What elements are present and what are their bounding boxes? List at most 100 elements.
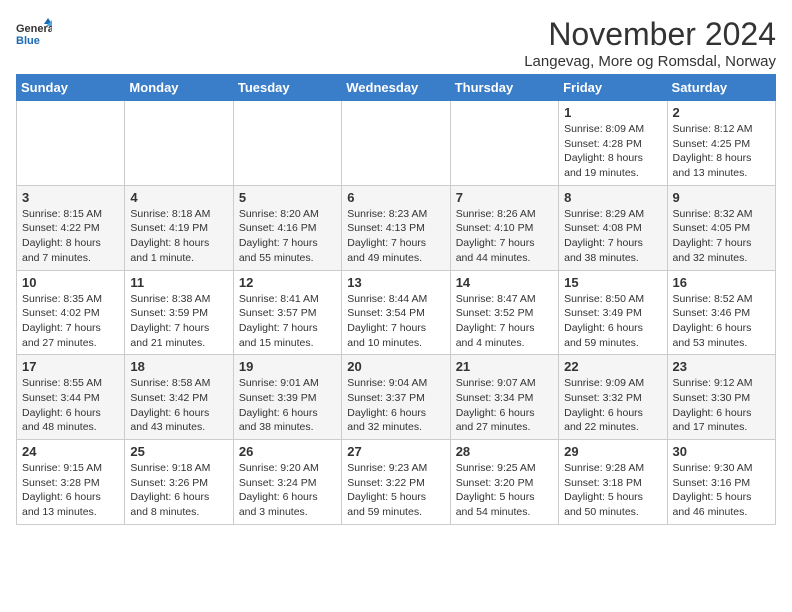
- day-number: 1: [564, 105, 661, 120]
- day-info: Sunrise: 9:30 AM Sunset: 3:16 PM Dayligh…: [673, 461, 770, 520]
- day-number: 17: [22, 359, 119, 374]
- week-row-3: 10Sunrise: 8:35 AM Sunset: 4:02 PM Dayli…: [17, 270, 776, 355]
- day-number: 6: [347, 190, 444, 205]
- day-number: 2: [673, 105, 770, 120]
- calendar-cell: 6 Sunrise: 8:23 AM Sunset: 4:13 PM Daylig…: [342, 185, 450, 270]
- calendar-cell: 14Sunrise: 8:47 AM Sunset: 3:52 PM Dayli…: [450, 270, 558, 355]
- calendar-cell: 3Sunrise: 8:15 AM Sunset: 4:22 PM Daylig…: [17, 185, 125, 270]
- week-row-1: 1 Sunrise: 8:09 AM Sunset: 4:28 PM Daylig…: [17, 101, 776, 186]
- day-info: Sunrise: 9:25 AM Sunset: 3:20 PM Dayligh…: [456, 461, 553, 520]
- weekday-header-saturday: Saturday: [667, 75, 775, 101]
- day-info: Sunrise: 9:01 AM Sunset: 3:39 PM Dayligh…: [239, 376, 336, 435]
- day-info: Sunrise: 9:07 AM Sunset: 3:34 PM Dayligh…: [456, 376, 553, 435]
- calendar-cell: 7Sunrise: 8:26 AM Sunset: 4:10 PM Daylig…: [450, 185, 558, 270]
- calendar-cell: 21 Sunrise: 9:07 AM Sunset: 3:34 PM Dayli…: [450, 355, 558, 440]
- day-info: Sunrise: 8:55 AM Sunset: 3:44 PM Dayligh…: [22, 376, 119, 435]
- day-number: 15: [564, 275, 661, 290]
- calendar-cell: 1 Sunrise: 8:09 AM Sunset: 4:28 PM Daylig…: [559, 101, 667, 186]
- calendar-cell: 2 Sunrise: 8:12 AM Sunset: 4:25 PM Daylig…: [667, 101, 775, 186]
- day-info: Sunrise: 8:38 AM Sunset: 3:59 PM Dayligh…: [130, 292, 227, 351]
- calendar-cell: 4 Sunrise: 8:18 AM Sunset: 4:19 PM Daylig…: [125, 185, 233, 270]
- day-info: Sunrise: 8:20 AM Sunset: 4:16 PM Dayligh…: [239, 207, 336, 266]
- day-info: Sunrise: 9:09 AM Sunset: 3:32 PM Dayligh…: [564, 376, 661, 435]
- day-number: 22: [564, 359, 661, 374]
- calendar-table: SundayMondayTuesdayWednesdayThursdayFrid…: [16, 74, 776, 525]
- calendar-cell: 28 Sunrise: 9:25 AM Sunset: 3:20 PM Dayli…: [450, 440, 558, 525]
- day-number: 28: [456, 444, 553, 459]
- day-number: 14: [456, 275, 553, 290]
- day-number: 27: [347, 444, 444, 459]
- page-header: General Blue November 2024 Langevag, Mor…: [16, 16, 776, 70]
- logo-icon: General Blue: [16, 16, 52, 52]
- day-number: 12: [239, 275, 336, 290]
- day-info: Sunrise: 8:32 AM Sunset: 4:05 PM Dayligh…: [673, 207, 770, 266]
- calendar-cell: 12 Sunrise: 8:41 AM Sunset: 3:57 PM Dayli…: [233, 270, 341, 355]
- day-info: Sunrise: 8:18 AM Sunset: 4:19 PM Dayligh…: [130, 207, 227, 266]
- calendar-cell: 11 Sunrise: 8:38 AM Sunset: 3:59 PM Dayli…: [125, 270, 233, 355]
- day-number: 29: [564, 444, 661, 459]
- calendar-cell: 25 Sunrise: 9:18 AM Sunset: 3:26 PM Dayli…: [125, 440, 233, 525]
- day-info: Sunrise: 8:12 AM Sunset: 4:25 PM Dayligh…: [673, 122, 770, 181]
- day-number: 19: [239, 359, 336, 374]
- calendar-cell: 15 Sunrise: 8:50 AM Sunset: 3:49 PM Dayli…: [559, 270, 667, 355]
- day-number: 21: [456, 359, 553, 374]
- day-info: Sunrise: 8:29 AM Sunset: 4:08 PM Dayligh…: [564, 207, 661, 266]
- calendar-cell: 16 Sunrise: 8:52 AM Sunset: 3:46 PM Dayli…: [667, 270, 775, 355]
- weekday-header-monday: Monday: [125, 75, 233, 101]
- day-number: 25: [130, 444, 227, 459]
- calendar-cell: 17 Sunrise: 8:55 AM Sunset: 3:44 PM Dayli…: [17, 355, 125, 440]
- day-info: Sunrise: 9:23 AM Sunset: 3:22 PM Dayligh…: [347, 461, 444, 520]
- day-info: Sunrise: 9:04 AM Sunset: 3:37 PM Dayligh…: [347, 376, 444, 435]
- day-info: Sunrise: 8:09 AM Sunset: 4:28 PM Dayligh…: [564, 122, 661, 181]
- day-number: 18: [130, 359, 227, 374]
- week-row-4: 17 Sunrise: 8:55 AM Sunset: 3:44 PM Dayli…: [17, 355, 776, 440]
- day-number: 24: [22, 444, 119, 459]
- weekday-header-thursday: Thursday: [450, 75, 558, 101]
- day-number: 5: [239, 190, 336, 205]
- day-info: Sunrise: 8:44 AM Sunset: 3:54 PM Dayligh…: [347, 292, 444, 351]
- calendar-cell: 24 Sunrise: 9:15 AM Sunset: 3:28 PM Dayli…: [17, 440, 125, 525]
- weekday-header-wednesday: Wednesday: [342, 75, 450, 101]
- weekday-header-tuesday: Tuesday: [233, 75, 341, 101]
- day-number: 26: [239, 444, 336, 459]
- calendar-cell: 20 Sunrise: 9:04 AM Sunset: 3:37 PM Dayli…: [342, 355, 450, 440]
- calendar-cell: 13 Sunrise: 8:44 AM Sunset: 3:54 PM Dayli…: [342, 270, 450, 355]
- calendar-cell: 10Sunrise: 8:35 AM Sunset: 4:02 PM Dayli…: [17, 270, 125, 355]
- calendar-cell: 22 Sunrise: 9:09 AM Sunset: 3:32 PM Dayli…: [559, 355, 667, 440]
- day-number: 4: [130, 190, 227, 205]
- calendar-cell: [17, 101, 125, 186]
- calendar-cell: 18 Sunrise: 8:58 AM Sunset: 3:42 PM Dayli…: [125, 355, 233, 440]
- week-row-5: 24 Sunrise: 9:15 AM Sunset: 3:28 PM Dayli…: [17, 440, 776, 525]
- day-info: Sunrise: 8:58 AM Sunset: 3:42 PM Dayligh…: [130, 376, 227, 435]
- calendar-cell: 29Sunrise: 9:28 AM Sunset: 3:18 PM Dayli…: [559, 440, 667, 525]
- calendar-cell: 27 Sunrise: 9:23 AM Sunset: 3:22 PM Dayli…: [342, 440, 450, 525]
- location: Langevag, More og Romsdal, Norway: [524, 53, 776, 70]
- day-number: 23: [673, 359, 770, 374]
- day-number: 20: [347, 359, 444, 374]
- day-number: 10: [22, 275, 119, 290]
- week-row-2: 3Sunrise: 8:15 AM Sunset: 4:22 PM Daylig…: [17, 185, 776, 270]
- calendar-cell: 8Sunrise: 8:29 AM Sunset: 4:08 PM Daylig…: [559, 185, 667, 270]
- day-number: 16: [673, 275, 770, 290]
- calendar-cell: 9 Sunrise: 8:32 AM Sunset: 4:05 PM Daylig…: [667, 185, 775, 270]
- day-info: Sunrise: 8:23 AM Sunset: 4:13 PM Dayligh…: [347, 207, 444, 266]
- day-info: Sunrise: 8:50 AM Sunset: 3:49 PM Dayligh…: [564, 292, 661, 351]
- day-info: Sunrise: 9:12 AM Sunset: 3:30 PM Dayligh…: [673, 376, 770, 435]
- weekday-header-row: SundayMondayTuesdayWednesdayThursdayFrid…: [17, 75, 776, 101]
- day-number: 9: [673, 190, 770, 205]
- logo: General Blue: [16, 16, 52, 52]
- svg-text:Blue: Blue: [16, 35, 40, 47]
- day-number: 13: [347, 275, 444, 290]
- day-info: Sunrise: 8:52 AM Sunset: 3:46 PM Dayligh…: [673, 292, 770, 351]
- day-info: Sunrise: 9:15 AM Sunset: 3:28 PM Dayligh…: [22, 461, 119, 520]
- day-number: 7: [456, 190, 553, 205]
- day-info: Sunrise: 9:18 AM Sunset: 3:26 PM Dayligh…: [130, 461, 227, 520]
- title-block: November 2024 Langevag, More og Romsdal,…: [524, 16, 776, 70]
- day-info: Sunrise: 8:41 AM Sunset: 3:57 PM Dayligh…: [239, 292, 336, 351]
- weekday-header-sunday: Sunday: [17, 75, 125, 101]
- calendar-cell: [450, 101, 558, 186]
- calendar-cell: [125, 101, 233, 186]
- calendar-cell: 23 Sunrise: 9:12 AM Sunset: 3:30 PM Dayli…: [667, 355, 775, 440]
- day-info: Sunrise: 9:20 AM Sunset: 3:24 PM Dayligh…: [239, 461, 336, 520]
- day-number: 11: [130, 275, 227, 290]
